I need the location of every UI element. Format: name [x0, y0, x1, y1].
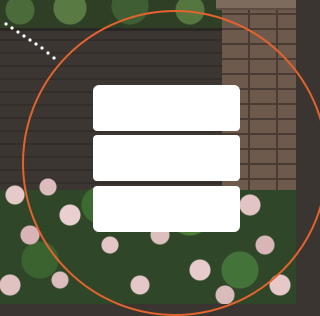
text-field-3[interactable] [93, 186, 240, 232]
dotted-connector [4, 22, 56, 60]
pillar-cap [216, 0, 296, 10]
text-field-1-value [93, 85, 240, 113]
text-field-1[interactable] [93, 85, 240, 131]
text-field-2-value [93, 135, 240, 163]
text-field-2[interactable] [93, 135, 240, 181]
text-field-3-value [93, 186, 240, 214]
